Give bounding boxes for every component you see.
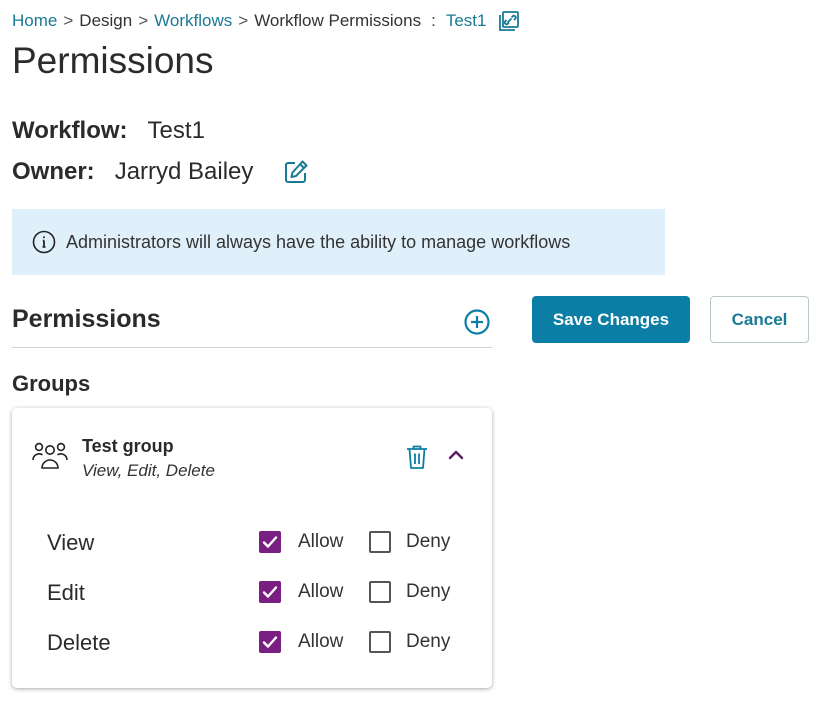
deny-checkbox[interactable] [369,581,391,603]
checkmark-icon [262,586,278,598]
breadcrumb-design: Design [79,11,133,30]
allow-label: Allow [298,531,344,552]
breadcrumb-current-workflow[interactable]: Test1 [446,11,487,31]
allow-checkbox[interactable] [259,581,281,603]
cancel-button[interactable]: Cancel [710,296,809,343]
breadcrumb-home[interactable]: Home [12,11,57,31]
owner-label: Owner: [12,158,95,185]
info-banner: Administrators will always have the abil… [12,209,665,275]
breadcrumb: Home > Design > Workflows > Workflow Per… [12,10,520,32]
edit-owner-icon[interactable] [283,159,309,185]
breadcrumb-separator: > [138,11,149,30]
permission-name: Delete [47,630,111,655]
checkmark-icon [262,536,278,548]
permissions-title: Permissions [12,305,161,333]
group-name: Test group [82,436,174,456]
checkmark-icon [262,636,278,648]
permission-row-view: View Allow Deny [47,528,467,558]
trash-icon[interactable] [405,444,429,470]
copy-link-icon[interactable] [498,10,520,32]
group-card: Test group View, Edit, Delete View Allow… [12,408,492,688]
permissions-header: Permissions [12,300,492,348]
plus-circle-icon[interactable] [463,308,491,336]
permission-name: Edit [47,580,85,605]
workflow-name: Test1 [147,117,205,144]
deny-label: Deny [406,581,451,602]
allow-checkbox[interactable] [259,631,281,653]
groups-title: Groups [12,371,91,396]
permission-name: View [47,530,95,555]
workflow-row: Workflow: Test1 [12,117,205,145]
breadcrumb-separator: > [238,11,249,30]
group-icon [31,440,69,472]
permission-row-edit: Edit Allow Deny [47,578,467,608]
chevron-up-icon[interactable] [447,449,465,461]
deny-checkbox[interactable] [369,531,391,553]
deny-checkbox[interactable] [369,631,391,653]
allow-checkbox[interactable] [259,531,281,553]
allow-label: Allow [298,581,344,602]
owner-row: Owner: Jarryd Bailey [12,158,309,186]
deny-label: Deny [406,531,451,552]
group-permission-summary: View, Edit, Delete [82,461,215,480]
save-changes-button[interactable]: Save Changes [532,296,690,343]
owner-name: Jarryd Bailey [114,158,254,185]
breadcrumb-separator: > [63,11,74,30]
breadcrumb-workflow-permissions: Workflow Permissions [254,11,422,30]
breadcrumb-colon: : [431,11,436,30]
deny-label: Deny [406,631,451,652]
allow-label: Allow [298,631,344,652]
workflow-label: Workflow: [12,117,128,144]
page-title: Permissions [12,40,214,81]
permission-row-delete: Delete Allow Deny [47,628,467,658]
breadcrumb-workflows[interactable]: Workflows [154,11,232,31]
info-icon [32,230,56,254]
info-text: Administrators will always have the abil… [66,231,571,252]
